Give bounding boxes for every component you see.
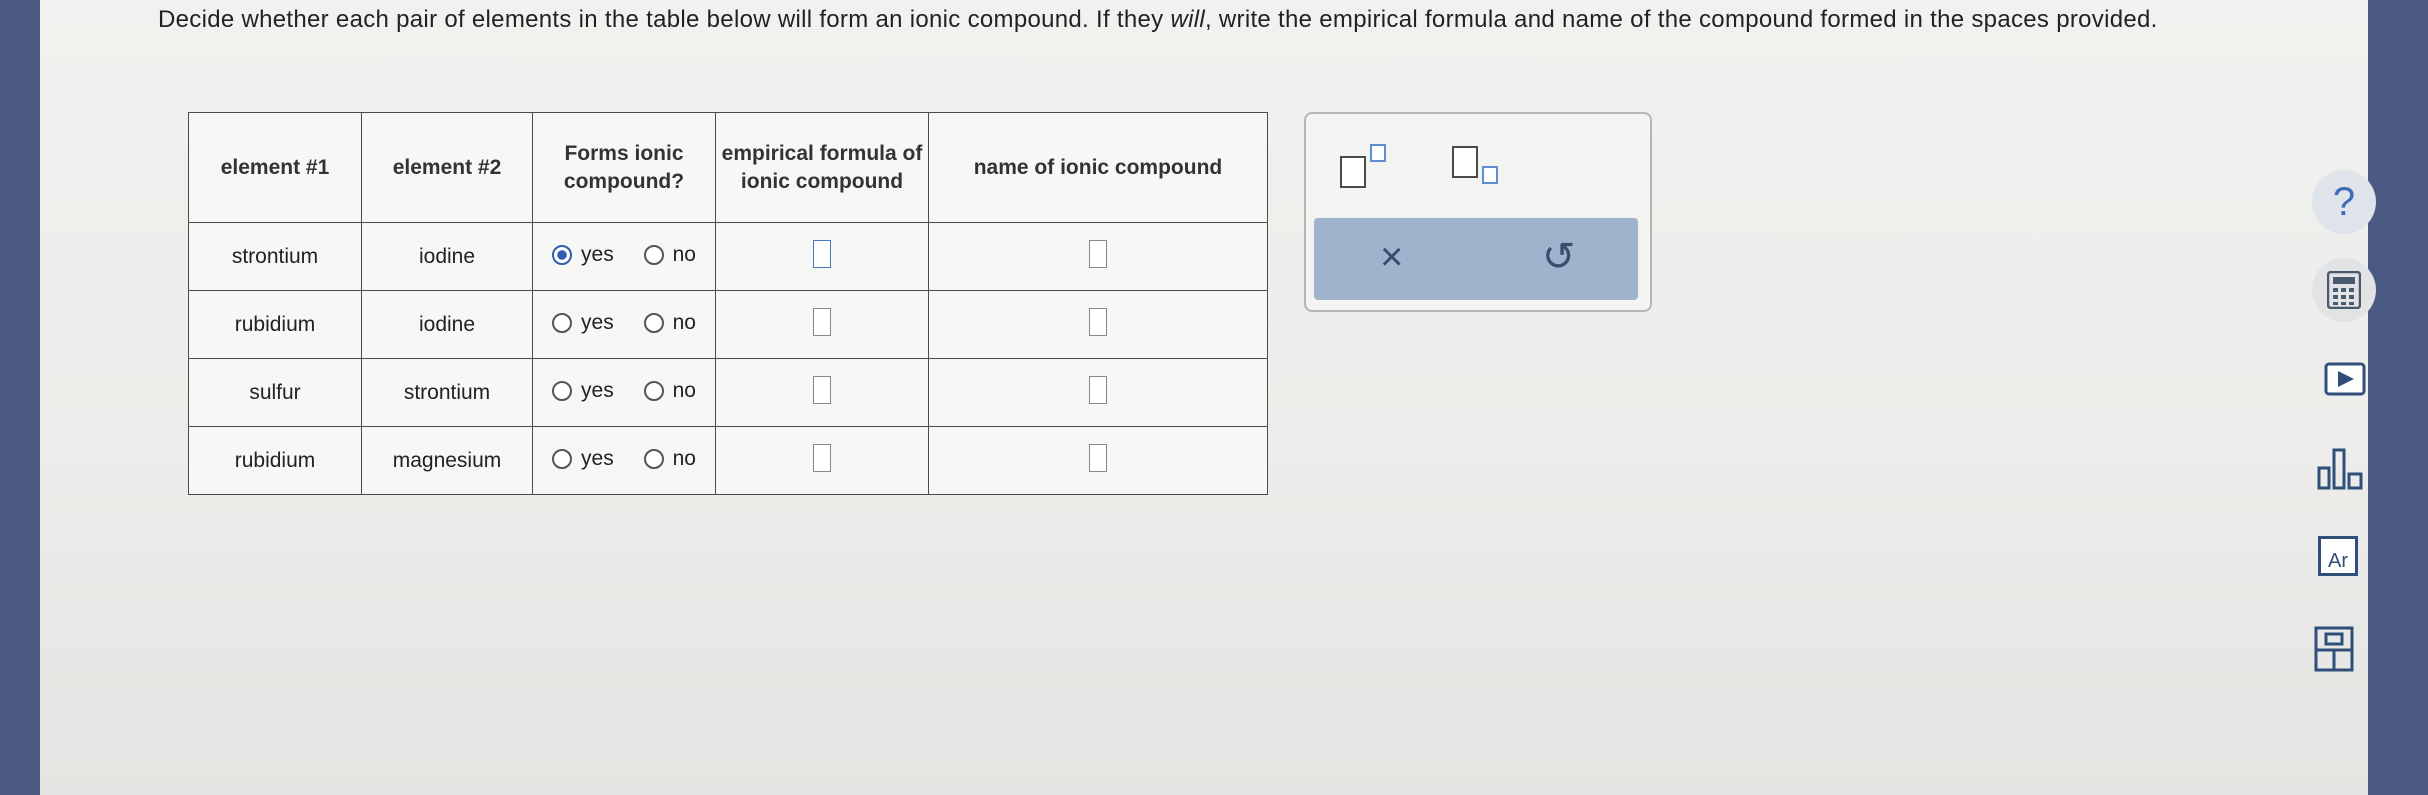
reference-icon <box>2314 626 2354 672</box>
periodic-table-button[interactable]: Ar <box>2318 536 2358 576</box>
formula-input[interactable] <box>813 375 831 404</box>
name-input[interactable] <box>1089 443 1107 472</box>
radio-selected-icon <box>552 244 573 265</box>
clear-icon[interactable]: × <box>1380 232 1403 282</box>
chart-button[interactable] <box>2316 446 2366 497</box>
element-1-cell: sulfur <box>188 358 362 427</box>
radio-empty-icon <box>552 380 573 401</box>
radio-empty-icon <box>552 312 573 333</box>
no-label: no <box>672 446 696 470</box>
help-glyph: ? <box>2332 179 2356 224</box>
yes-radio[interactable]: yes <box>552 243 614 267</box>
element-1-cell: rubidium <box>188 290 362 359</box>
base-box-icon <box>1452 146 1478 178</box>
no-radio[interactable]: no <box>643 378 696 403</box>
formula-cell <box>715 426 929 495</box>
instructions-text: Decide whether each pair of elements in … <box>158 0 2158 39</box>
radio-empty-icon <box>643 380 664 401</box>
instructions-part-1: Decide whether each pair of elements in … <box>158 6 1171 33</box>
table-row: strontium iodine yes no <box>188 222 1268 291</box>
undo-icon[interactable]: ↺ <box>1542 232 1576 282</box>
subscript-template-button[interactable] <box>1452 144 1512 194</box>
yes-label: yes <box>581 310 614 334</box>
ionic-compound-table: element #1 element #2 Forms ionic compou… <box>188 112 1268 495</box>
name-input[interactable] <box>1089 375 1107 404</box>
no-radio[interactable]: no <box>643 242 696 267</box>
calculator-icon <box>2312 258 2376 322</box>
formula-input[interactable] <box>813 239 831 268</box>
yes-label: yes <box>581 446 614 470</box>
formula-cell <box>715 290 929 359</box>
chart-icon <box>2317 448 2363 490</box>
formula-cell <box>715 222 929 291</box>
element-1-cell: strontium <box>188 222 362 291</box>
worksheet-screen: Decide whether each pair of elements in … <box>40 0 2376 795</box>
element-2-cell: iodine <box>361 222 533 291</box>
yes-label: yes <box>581 378 614 402</box>
table-row: rubidium magnesium yes no <box>188 426 1268 495</box>
help-button[interactable]: ? <box>2312 170 2376 234</box>
header-element-1: element #1 <box>188 112 362 223</box>
no-radio[interactable]: no <box>643 446 696 471</box>
element-2-cell: magnesium <box>361 426 533 495</box>
name-cell <box>928 358 1268 427</box>
header-empirical-formula: empirical formula of ionic compound <box>715 112 929 223</box>
radio-empty-icon <box>552 448 573 469</box>
header-element-2: element #2 <box>361 112 533 223</box>
video-button[interactable] <box>2324 362 2366 401</box>
yes-radio[interactable]: yes <box>552 379 614 403</box>
element-1-cell: rubidium <box>188 426 362 495</box>
forms-ionic-cell: yes no <box>532 222 716 291</box>
header-compound-name: name of ionic compound <box>928 112 1268 223</box>
formula-input[interactable] <box>813 443 831 472</box>
forms-ionic-cell: yes no <box>532 426 716 495</box>
table-row: rubidium iodine yes no <box>188 290 1268 359</box>
forms-ionic-cell: yes no <box>532 290 716 359</box>
header-forms-ionic: Forms ionic compound? <box>532 112 716 223</box>
formula-input[interactable] <box>813 307 831 336</box>
name-cell <box>928 222 1268 291</box>
formula-editor-panel: × ↺ <box>1304 112 1652 312</box>
forms-ionic-cell: yes no <box>532 358 716 427</box>
name-input[interactable] <box>1089 239 1107 268</box>
table-header-row: element #1 element #2 Forms ionic compou… <box>188 112 1268 223</box>
no-label: no <box>672 310 696 334</box>
calculator-button[interactable] <box>2312 258 2376 322</box>
superscript-box-icon <box>1370 144 1386 162</box>
action-bar: × ↺ <box>1314 218 1638 300</box>
name-cell <box>928 426 1268 495</box>
periodic-table-label: Ar <box>2328 550 2348 572</box>
radio-empty-icon <box>643 244 664 265</box>
superscript-template-button[interactable] <box>1340 144 1400 194</box>
reference-button[interactable] <box>2314 626 2354 677</box>
video-icon <box>2324 362 2366 396</box>
no-radio[interactable]: no <box>643 310 696 335</box>
table-row: sulfur strontium yes no <box>188 358 1268 427</box>
name-cell <box>928 290 1268 359</box>
base-box-icon <box>1340 156 1366 188</box>
yes-radio[interactable]: yes <box>552 311 614 335</box>
subscript-box-icon <box>1482 166 1498 184</box>
radio-empty-icon <box>643 312 664 333</box>
help-icon: ? <box>2312 170 2376 234</box>
no-label: no <box>672 242 696 266</box>
radio-empty-icon <box>643 448 664 469</box>
yes-radio[interactable]: yes <box>552 447 614 471</box>
yes-label: yes <box>581 242 614 266</box>
periodic-table-icon: Ar <box>2318 536 2358 576</box>
element-2-cell: strontium <box>361 358 533 427</box>
no-label: no <box>672 378 696 402</box>
name-input[interactable] <box>1089 307 1107 336</box>
element-2-cell: iodine <box>361 290 533 359</box>
instructions-part-2: , write the empirical formula and name o… <box>1204 6 2158 33</box>
instructions-emphasis: will <box>1170 6 1205 33</box>
formula-cell <box>715 358 929 427</box>
